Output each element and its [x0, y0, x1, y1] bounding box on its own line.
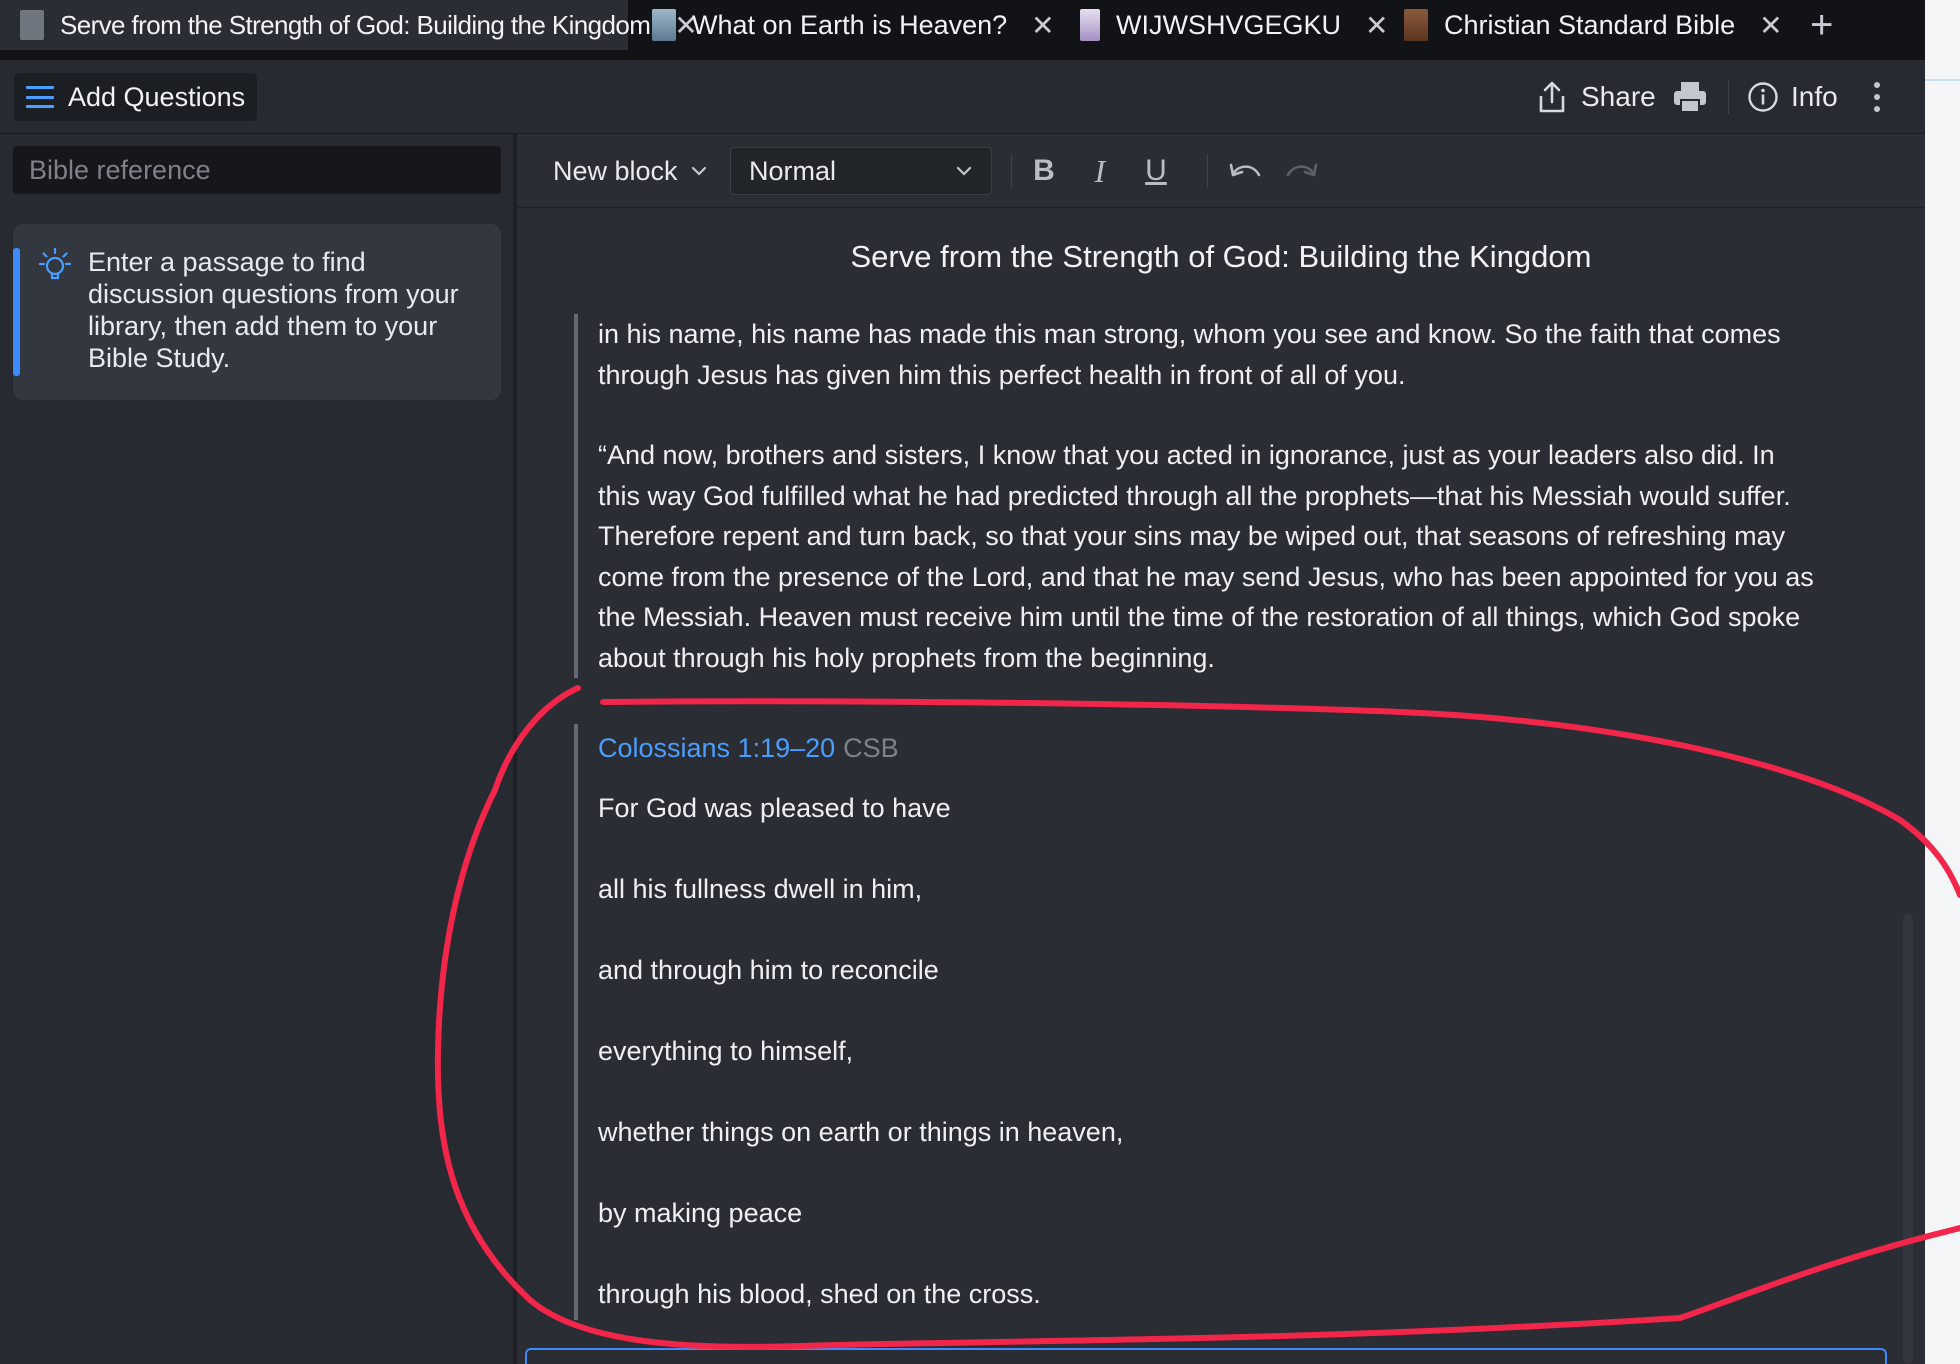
undo-button[interactable] — [1222, 148, 1268, 194]
quote-paragraph: in his name, his name has made this man … — [598, 319, 1781, 390]
document-title[interactable]: Serve from the Strength of God: Building… — [517, 239, 1925, 275]
passage-block[interactable]: Colossians 1:19–20 CSB For God was please… — [574, 724, 1824, 1320]
tab-christian-standard-bible[interactable]: Christian Standard Bible ✕ — [1404, 0, 1783, 50]
add-questions-label: Add Questions — [68, 81, 246, 112]
adjacent-window-edge — [1925, 0, 1960, 1364]
verse-line: For God was pleased to have — [598, 793, 951, 823]
italic-button[interactable]: I — [1077, 148, 1123, 194]
verse-line: everything to himself, — [598, 1036, 854, 1066]
underline-icon: U — [1145, 154, 1167, 187]
passage-version: CSB — [843, 733, 899, 763]
verse-line: through his blood, shed on the cross. — [598, 1279, 1041, 1309]
tab-what-on-earth[interactable]: What on Earth is Heaven? ✕ — [652, 0, 1055, 50]
toolbar-divider — [1207, 154, 1208, 188]
share-icon — [1539, 81, 1565, 113]
info-icon — [1748, 82, 1778, 112]
book-cover-icon — [652, 9, 676, 41]
info-button[interactable]: Info — [1747, 74, 1838, 120]
tab-serve-from-strength[interactable]: Serve from the Strength of God: Building… — [0, 0, 698, 50]
lightbulb-icon — [38, 247, 72, 280]
tip-accent-bar — [13, 248, 20, 376]
verse-line: by making peace — [598, 1198, 803, 1228]
paragraph-style-value: Normal — [749, 155, 837, 186]
new-block-dropdown[interactable]: New block — [553, 148, 708, 194]
verse-line: and through him to reconcile — [598, 955, 939, 985]
bold-icon: B — [1033, 154, 1055, 187]
quote-paragraph: “And now, brothers and sisters, I know t… — [598, 440, 1814, 673]
tab-title: Christian Standard Bible — [1444, 9, 1736, 40]
add-questions-panel: Enter a passage to find discussion quest… — [0, 134, 515, 1364]
active-block-outline[interactable] — [525, 1348, 1887, 1364]
chevron-down-icon — [691, 166, 706, 176]
format-toolbar: New block Normal B I U — [517, 134, 1925, 208]
share-label: Share — [1581, 81, 1656, 112]
share-button[interactable]: Share — [1537, 74, 1656, 120]
menu-icon — [26, 86, 54, 108]
tab-title: Serve from the Strength of God: Building… — [60, 9, 651, 40]
close-icon[interactable]: ✕ — [1031, 9, 1054, 42]
document-editor: New block Normal B I U Serve from the St… — [517, 134, 1925, 1364]
paragraph-style-select[interactable]: Normal — [730, 147, 992, 195]
tab-title: WIJWSHVGEGKU — [1116, 9, 1342, 40]
bible-reference-input[interactable] — [13, 146, 501, 194]
close-icon[interactable]: ✕ — [1759, 9, 1782, 42]
document-icon — [20, 10, 44, 40]
toolbar-divider — [1011, 154, 1012, 188]
tab-bar: Serve from the Strength of God: Building… — [0, 0, 1960, 60]
new-tab-plus-icon[interactable]: + — [1810, 0, 1833, 50]
tip-text: Enter a passage to find discussion quest… — [88, 247, 459, 373]
redo-button[interactable] — [1279, 148, 1325, 194]
close-icon[interactable]: ✕ — [1365, 9, 1388, 42]
tab-title: What on Earth is Heaven? — [692, 9, 1008, 40]
verse-line: whether things on earth or things in hea… — [598, 1117, 1124, 1147]
toolbar: Add Questions Share Info — [0, 60, 1925, 134]
verse-line: all his fullness dwell in him, — [598, 874, 923, 904]
redo-icon — [1286, 163, 1318, 177]
print-icon — [1674, 82, 1706, 113]
toolbar-divider — [1728, 80, 1729, 114]
underline-button[interactable]: U — [1133, 148, 1179, 194]
bold-button[interactable]: B — [1021, 148, 1067, 194]
tip-card: Enter a passage to find discussion quest… — [13, 224, 501, 400]
undo-icon — [1229, 163, 1261, 177]
chevron-down-icon — [956, 166, 972, 176]
tab-wijwshvgegku[interactable]: WIJWSHVGEGKU ✕ — [1080, 0, 1388, 50]
more-options-button[interactable] — [1870, 74, 1884, 120]
italic-icon: I — [1094, 152, 1106, 189]
info-label: Info — [1791, 81, 1838, 112]
editor-scrollbar[interactable] — [1903, 914, 1913, 1364]
passage-reference: Colossians 1:19–20 CSB — [598, 728, 1824, 768]
print-button[interactable] — [1672, 74, 1708, 120]
more-vertical-icon — [1874, 82, 1880, 112]
adjacent-window-line — [1925, 79, 1960, 81]
new-block-label: New block — [553, 155, 678, 186]
book-cover-icon — [1404, 9, 1428, 41]
add-questions-button[interactable]: Add Questions — [14, 73, 258, 121]
passage-reference-link[interactable]: Colossians 1:19–20 — [598, 733, 835, 763]
book-cover-icon — [1080, 9, 1100, 41]
scripture-quote-block[interactable]: in his name, his name has made this man … — [574, 314, 1824, 678]
